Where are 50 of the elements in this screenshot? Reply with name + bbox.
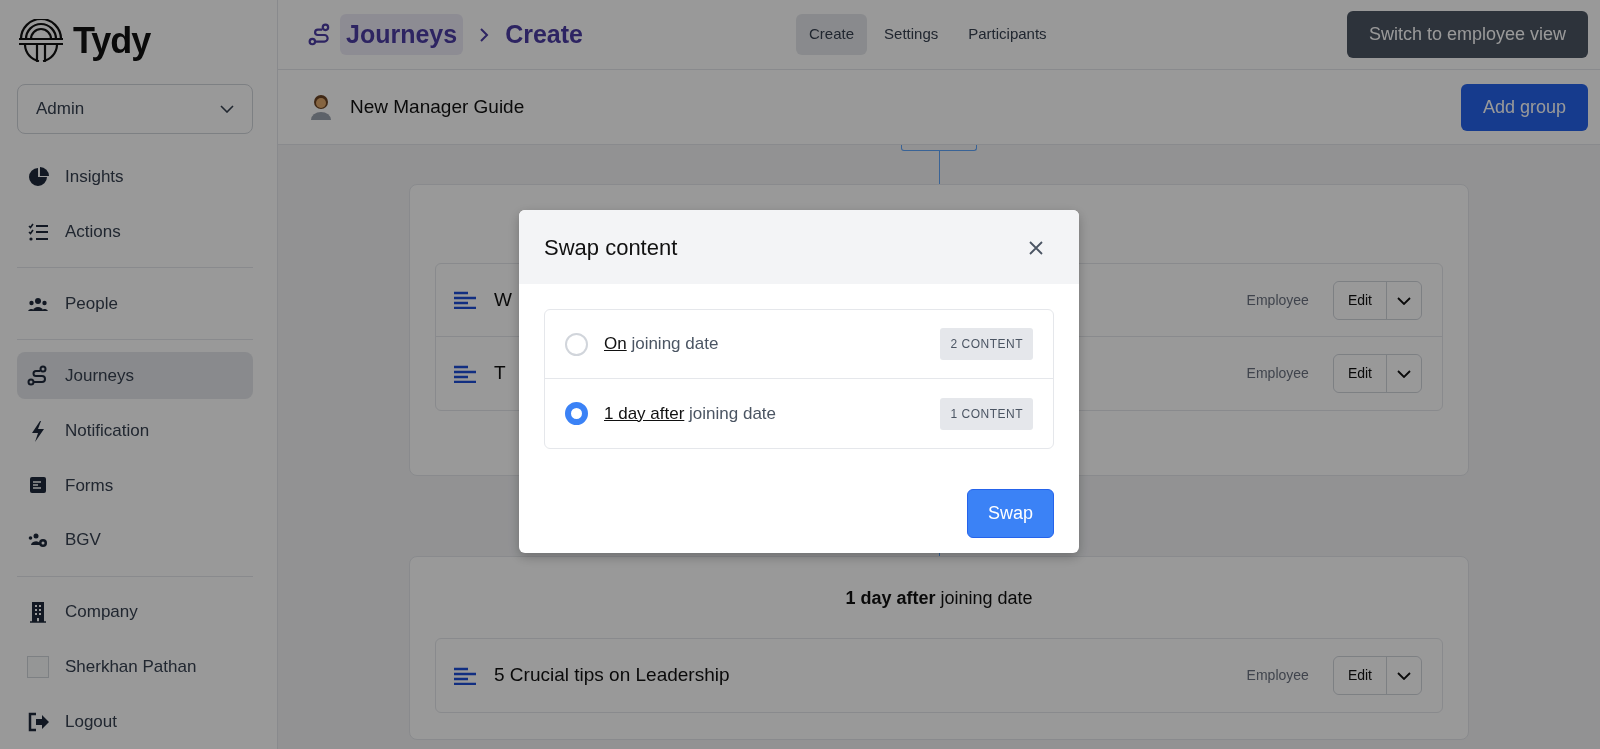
chevron-down-icon bbox=[220, 104, 234, 113]
tab[interactable]: Participants bbox=[955, 14, 1060, 55]
audience-label: Employee bbox=[1246, 290, 1309, 310]
text-align-icon bbox=[454, 291, 476, 309]
option-label: 1 day after joining date bbox=[604, 402, 776, 425]
caret-icon bbox=[1397, 296, 1411, 305]
avatar-placeholder bbox=[27, 655, 49, 678]
audience-label: Employee bbox=[1246, 666, 1309, 685]
content-title: T bbox=[494, 361, 506, 386]
sidebar-item[interactable]: People bbox=[17, 280, 253, 328]
sidebar-item[interactable]: Company bbox=[17, 588, 253, 636]
building-icon bbox=[27, 601, 49, 623]
content-count-tag: 2 CONTENT bbox=[940, 328, 1033, 360]
logout-icon bbox=[27, 710, 49, 733]
option-label: On joining date bbox=[604, 333, 719, 356]
pie-chart-icon bbox=[27, 166, 49, 189]
sidebar-item[interactable]: Notification bbox=[17, 407, 253, 454]
swap-button[interactable]: Swap bbox=[966, 489, 1054, 538]
sidebar-item[interactable]: Actions bbox=[17, 208, 253, 256]
route-icon bbox=[308, 22, 332, 47]
audience-label: Employee bbox=[1246, 364, 1309, 383]
sidebar-item[interactable]: Journeys bbox=[17, 352, 253, 400]
add-group-button[interactable]: Add group bbox=[1460, 83, 1588, 131]
caret-icon bbox=[1397, 672, 1411, 681]
role-select[interactable]: Admin bbox=[17, 84, 253, 134]
sidebar-item[interactable]: Sherkhan Pathan bbox=[17, 643, 253, 691]
tab[interactable]: Settings bbox=[871, 14, 952, 55]
journey-title: New Manager Guide bbox=[350, 94, 525, 119]
sidebar-item[interactable]: Logout bbox=[17, 698, 253, 746]
group-heading: 1 day after joining date bbox=[844, 587, 1034, 610]
person-silhouette-icon bbox=[308, 93, 334, 121]
text-align-icon bbox=[454, 666, 476, 685]
breadcrumb-link[interactable]: Journeys bbox=[340, 13, 464, 56]
chevron-right-icon bbox=[479, 26, 490, 43]
content-title: 5 Crucial tips on Leadership bbox=[494, 663, 730, 688]
sidebar-item[interactable]: Insights bbox=[17, 153, 253, 201]
logo-icon bbox=[17, 19, 65, 63]
content-count-tag: 1 CONTENT bbox=[940, 397, 1033, 430]
content-title: W bbox=[494, 287, 512, 312]
brand-name: Tydy bbox=[73, 19, 151, 63]
radio-button[interactable] bbox=[565, 402, 588, 425]
dialog-title: Swap content bbox=[544, 233, 678, 262]
switch-view-button[interactable]: Switch to employee view bbox=[1346, 11, 1588, 58]
caret-icon bbox=[1397, 370, 1411, 379]
close-icon bbox=[1028, 239, 1044, 256]
route-icon bbox=[27, 364, 49, 387]
sidebar-item[interactable]: BGV bbox=[17, 516, 253, 564]
sidebar-item[interactable]: Forms bbox=[17, 461, 253, 509]
tab[interactable]: Create bbox=[796, 14, 868, 55]
text-align-icon bbox=[454, 364, 476, 383]
